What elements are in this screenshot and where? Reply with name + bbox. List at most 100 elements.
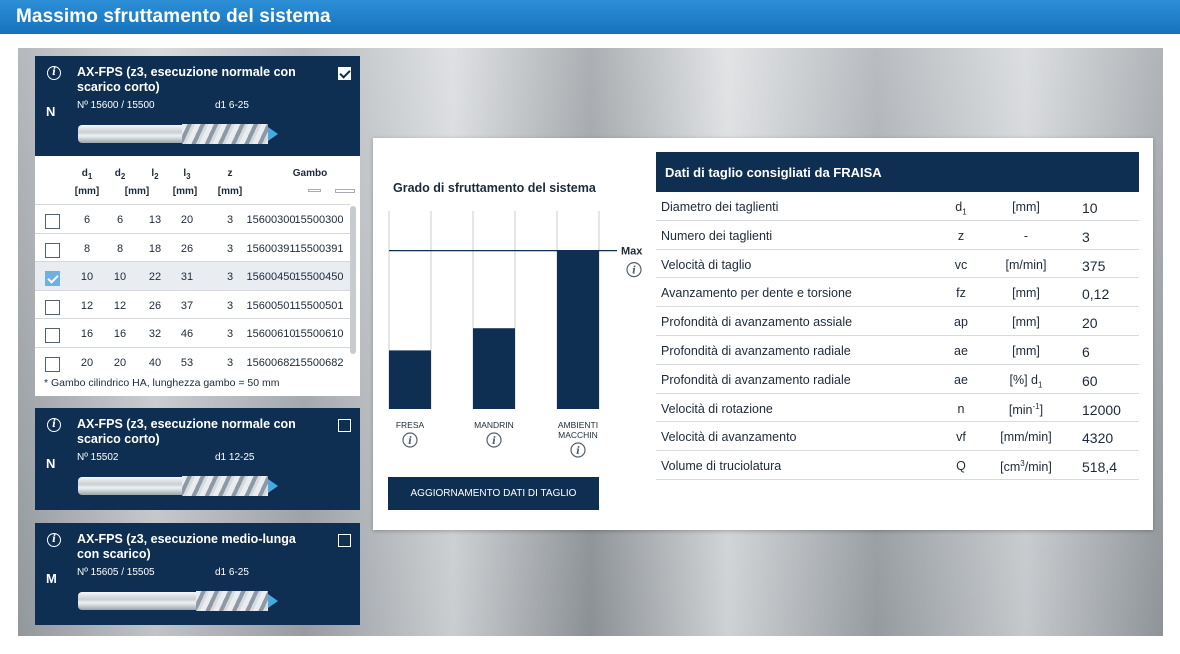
category-label: MANDRIN: [474, 420, 514, 430]
param-unit: [mm]: [1012, 343, 1040, 358]
cell-code-2: 15500682: [294, 356, 344, 369]
category-label: AMBIENTI: [558, 420, 598, 430]
row-checkbox[interactable]: [45, 328, 60, 343]
info-icon[interactable]: i: [47, 66, 61, 80]
tool-name: AX-FPS (z3, esecuzione normale con scari…: [77, 65, 296, 94]
tool-range: d1 6-25: [215, 567, 249, 578]
bar-1: [389, 350, 431, 409]
cell-z: 3: [226, 299, 234, 312]
cell-d2: 16: [113, 328, 127, 340]
unit-label: [mm]: [172, 186, 198, 197]
col-d2: d2: [114, 168, 126, 181]
param-unit: [mm]: [1012, 315, 1040, 330]
col-l3: l3: [183, 168, 191, 181]
cell-z: 3: [226, 242, 234, 255]
col-d1: d1: [81, 168, 93, 181]
cell-code-2: 15500391: [294, 242, 344, 255]
bar-2: [473, 328, 515, 409]
scrollbar[interactable]: [350, 206, 356, 354]
col-gambo: Gambo: [292, 168, 328, 179]
material-label: N: [46, 456, 56, 471]
param-symbol: z: [957, 228, 965, 243]
unit-label: [mm]: [217, 186, 243, 197]
table-note: * Gambo cilindrico HA, lunghezza gambo =…: [44, 377, 280, 389]
tool-number: Nº 15502: [77, 452, 119, 463]
cell-l2: 40: [148, 356, 162, 369]
param-value: 6: [1082, 343, 1090, 360]
tool-name: AX-FPS (z3, esecuzione normale con scari…: [77, 417, 296, 446]
row-checkbox[interactable]: [45, 356, 60, 372]
cell-l3: 53: [180, 356, 194, 369]
table-row[interactable]: 12 12 26 37 3 15600501 15500501: [35, 289, 350, 319]
param-symbol: vc: [954, 257, 968, 272]
cell-d2: 8: [116, 242, 124, 255]
cell-d1: 12: [80, 299, 94, 312]
param-symbol: vf: [956, 430, 966, 445]
table-row[interactable]: 8 8 18 26 3 15600391 15500391: [35, 232, 350, 262]
param-unit: [mm]: [1012, 200, 1040, 214]
info-icon: i: [492, 436, 496, 447]
header-bar: Massimo sfruttamento del sistema: [0, 0, 1180, 34]
row-checkbox[interactable]: [45, 271, 60, 286]
cutting-data-row: Velocità di rotazione n [min-1] 12000: [656, 394, 1139, 423]
tool-checkbox[interactable]: [338, 419, 351, 432]
table-row[interactable]: 16 16 32 46 3 15600610 15500610: [35, 318, 350, 347]
info-icon[interactable]: i: [47, 418, 61, 432]
cell-d1: 16: [80, 328, 94, 340]
cell-l3: 37: [180, 299, 194, 312]
bar-3: [557, 250, 599, 409]
param-value: 12000: [1082, 401, 1121, 418]
tool-checkbox[interactable]: [338, 534, 351, 547]
table-row[interactable]: 10 10 22 31 3 15600450 15500450: [35, 261, 350, 290]
tool-checkbox[interactable]: [338, 67, 351, 80]
cell-code-2: 15500610: [294, 328, 344, 340]
param-value: 375: [1082, 257, 1106, 274]
info-icon[interactable]: i: [47, 533, 61, 547]
param-label: Velocità di taglio: [661, 257, 752, 272]
cutting-data-title: Dati di taglio consigliati da FRAISA: [656, 152, 1139, 192]
update-cutting-data-button[interactable]: AGGIORNAMENTO DATI DI TAGLIO: [388, 477, 599, 510]
dimension-table: d1 d2 l2 l3 z Gambo [mm] [mm] [mm] [mm] …: [35, 156, 360, 396]
info-icon: i: [408, 436, 412, 447]
cell-code-2: 15500501: [294, 299, 344, 312]
utilization-chart: Max i FRESA i MANDRIN i AMBIENTIMACCHIN i: [388, 211, 643, 458]
unit-label: [mm]: [74, 186, 100, 197]
cell-d1: 20: [80, 356, 94, 369]
cell-d1: 6: [83, 214, 91, 226]
row-checkbox[interactable]: [45, 214, 60, 229]
row-checkbox[interactable]: [45, 299, 60, 315]
tool-card-2[interactable]: i N AX-FPS (z3, esecuzione normale con s…: [35, 408, 360, 510]
tool-card-3[interactable]: i M AX-FPS (z3, esecuzione medio-lunga c…: [35, 523, 360, 625]
param-label: Numero dei taglienti: [661, 228, 773, 243]
param-label: Diametro dei taglienti: [661, 200, 779, 214]
end-mill-image: [78, 590, 278, 612]
param-label: Volume di truciolatura: [661, 459, 782, 474]
cutting-data-row: Profondità di avanzamento radiale ae [%] d…: [656, 365, 1139, 394]
cutting-data-row: Profondità di avanzamento assiale ap [mm] 2…: [656, 307, 1139, 336]
cell-code-1: 15600610: [246, 328, 296, 340]
cell-z: 3: [226, 328, 234, 340]
param-symbol: ap: [954, 315, 968, 330]
table-row[interactable]: 6 6 13 20 3 15600300 15500300: [35, 204, 350, 233]
end-mill-image: [78, 475, 278, 497]
param-unit: [min-1]: [1008, 401, 1044, 417]
row-checkbox[interactable]: [45, 242, 60, 258]
table-row[interactable]: 20 20 40 53 3 15600682 15500682: [35, 346, 350, 376]
param-symbol: d1: [955, 200, 967, 217]
table-body: 6 6 13 20 3 15600300 15500300 8 8 18 26 3 15600391 15…: [35, 204, 350, 375]
cell-l3: 20: [180, 214, 194, 226]
info-icon: i: [576, 446, 580, 457]
param-unit: [m/min]: [1005, 257, 1047, 272]
param-unit: [mm/min]: [1000, 430, 1052, 445]
param-value: 20: [1082, 315, 1098, 332]
cell-d1: 10: [80, 271, 94, 283]
cell-l3: 31: [180, 271, 194, 283]
param-label: Profondità di avanzamento radiale: [661, 343, 851, 358]
cell-l2: 26: [148, 299, 162, 312]
param-value: 0,12: [1082, 286, 1110, 303]
cell-code-1: 15600300: [246, 214, 296, 226]
info-icon: i: [632, 266, 636, 277]
cell-code-2: 15500450: [294, 271, 344, 283]
tool-card-1[interactable]: i N AX-FPS (z3, esecuzione normale con s…: [35, 56, 360, 156]
table-header: d1 d2 l2 l3 z Gambo [mm] [mm] [mm] [mm]: [35, 164, 360, 204]
